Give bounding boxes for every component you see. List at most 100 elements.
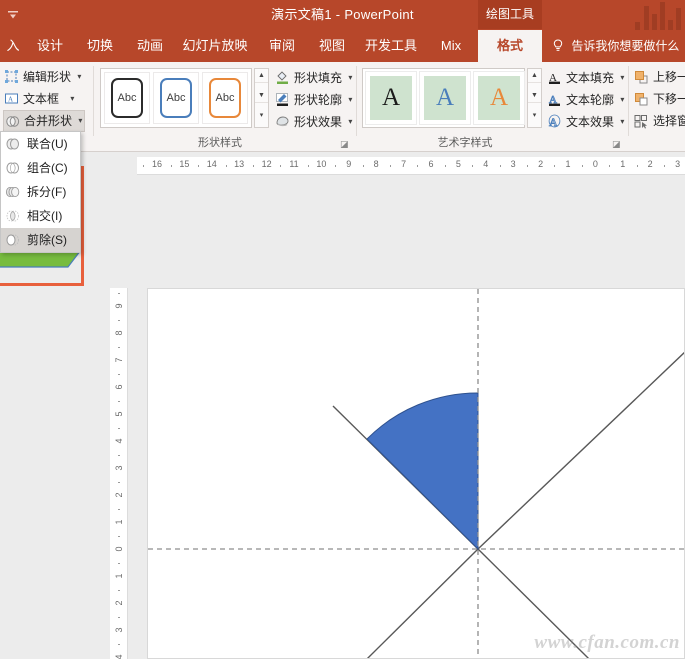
menu-item-subtract[interactable]: 剪除(S) [1,228,80,252]
chevron-down-icon: ▾ [77,72,81,81]
text-effects-icon: A [547,114,562,129]
ruler-tick-mark [582,165,583,167]
ruler-tick-mark [118,590,120,591]
tab-developer[interactable]: 开发工具 [360,30,422,62]
menu-item-combine[interactable]: 组合(C) [1,156,80,180]
gallery-more-button[interactable]: ▾ [528,109,541,123]
shape-styles-gallery[interactable]: Abc Abc Abc [100,68,252,128]
ruler-tick-mark [118,509,120,510]
intersect-icon [5,208,22,224]
shape-style-thumb-label: Abc [167,92,186,104]
ruler-tick-label: 9 [342,159,356,169]
ruler-tick-mark [118,347,120,348]
scroll-down-button[interactable]: ▼ [528,89,541,103]
text-outline-button[interactable]: A 文本轮廓 ▾ [546,89,624,110]
shape-style-thumb[interactable]: Abc [202,72,248,124]
vertical-ruler[interactable]: 98765432101234 [110,288,128,659]
powerpoint-window: 演示文稿1 - PowerPoint 绘图工具 入 设计 切换 动画 幻灯片放映… [0,0,685,659]
wordart-styles-scroll[interactable]: ▲ ▼ ▾ [527,68,542,128]
text-fill-button[interactable]: A 文本填充 ▾ [546,67,624,88]
tab-format[interactable]: 格式 [478,30,542,62]
shape-fill-label: 形状填充 [294,71,342,85]
merge-shapes-button[interactable]: 合并形状 ▾ [3,110,85,132]
title-bar: 演示文稿1 - PowerPoint 绘图工具 [0,0,685,30]
edit-shape-button[interactable]: 编辑形状 ▾ [3,66,85,87]
shape-styles-scroll[interactable]: ▲ ▼ ▾ [254,68,269,128]
wordart-styles-gallery[interactable]: A A A [362,68,525,128]
wordart-style-thumb[interactable]: A [473,71,525,125]
scroll-down-button[interactable]: ▼ [255,89,268,103]
shape-fill-icon [275,70,290,85]
edit-shape-label: 编辑形状 [23,70,71,84]
tab-design[interactable]: 设计 [28,30,72,62]
wordart-thumb-label: A [382,84,400,112]
lightbulb-icon [552,32,564,44]
horizontal-ruler[interactable]: 161514131211109876543210123 [137,157,685,175]
text-outline-icon: A [547,92,562,107]
ruler-tick-mark [637,165,638,167]
tab-insert[interactable]: 入 [0,30,26,62]
merge-shapes-menu[interactable]: 联合(U) 组合(C) 拆分(F) [0,131,81,253]
ruler-tick-label: 1 [113,569,125,583]
tab-slideshow[interactable]: 幻灯片放映 [176,30,254,62]
tab-transitions[interactable]: 切换 [78,30,122,62]
slide-canvas[interactable]: www.cfan.com.cn [147,288,685,659]
tab-mix[interactable]: Mix [430,30,472,62]
menu-item-union[interactable]: 联合(U) [1,132,80,156]
shape-effects-label: 形状效果 [294,115,342,129]
svg-text:A: A [8,96,13,104]
tab-view[interactable]: 视图 [310,30,354,62]
wordart-styles-dialog-launcher[interactable]: ◪ [612,139,622,149]
subtract-icon [5,232,22,248]
shape-fill-button[interactable]: 形状填充 ▾ [274,67,352,88]
tell-me-box[interactable]: 告诉我你想要做什么 [552,30,679,62]
group-separator [93,66,94,136]
ruler-tick-mark [118,428,120,429]
shape-styles-dialog-launcher[interactable]: ◪ [340,139,350,149]
shape-outline-icon [275,92,290,107]
shape-style-thumb-label: Abc [216,92,235,104]
send-backward-button[interactable]: 下移一 [633,89,685,110]
shape-style-preview: Abc [160,78,192,118]
menu-item-intersect[interactable]: 相交(I) [1,204,80,228]
scroll-up-button[interactable]: ▲ [528,69,541,83]
selection-pane-button[interactable]: 选择窗 [633,111,685,132]
ruler-tick-label: 1 [616,159,630,169]
ruler-tick-label: 1 [561,159,575,169]
menu-item-label: 组合(C) [27,161,68,175]
tab-review[interactable]: 审阅 [260,30,304,62]
fragment-icon [5,184,22,200]
ruler-tick-label: 12 [260,159,274,169]
wordart-style-thumb[interactable]: A [365,71,417,125]
shape-outline-button[interactable]: 形状轮廓 ▾ [274,89,352,110]
text-fill-icon: A [547,70,562,85]
ruler-tick-label: 3 [506,159,520,169]
shape-style-thumb[interactable]: Abc [104,72,150,124]
wordart-thumb-label: A [490,84,508,112]
shape-effects-button[interactable]: 形状效果 ▾ [274,111,352,132]
edit-shape-icon [4,69,19,84]
ruler-tick-label: 2 [643,159,657,169]
ruler-tick-mark [118,293,120,294]
ruler-tick-label: 11 [287,159,301,169]
gallery-more-button[interactable]: ▾ [255,109,268,123]
tab-animations[interactable]: 动画 [128,30,172,62]
shape-style-thumb[interactable]: Abc [153,72,199,124]
text-box-button[interactable]: A 文本框 ▾ [3,88,85,109]
wordart-style-thumb[interactable]: A [419,71,471,125]
text-box-icon: A [4,91,19,106]
menu-item-fragment[interactable]: 拆分(F) [1,180,80,204]
ruler-tick-label: 5 [113,407,125,421]
ruler-tick-label: 3 [113,623,125,637]
chevron-down-icon: ▾ [620,95,624,104]
text-box-label: 文本框 [23,92,59,106]
shape-styles-group-label: 形状样式 [160,134,280,150]
watermark: www.cfan.com.cn [534,632,680,654]
bring-forward-button[interactable]: 上移一 [633,67,685,88]
ruler-tick-label: 8 [113,326,125,340]
shape-outline-label: 形状轮廓 [294,93,342,107]
wordart-style-preview: A [424,76,466,120]
text-effects-button[interactable]: A 文本效果 ▾ [546,111,624,132]
scroll-up-button[interactable]: ▲ [255,69,268,83]
send-backward-icon [634,92,649,107]
